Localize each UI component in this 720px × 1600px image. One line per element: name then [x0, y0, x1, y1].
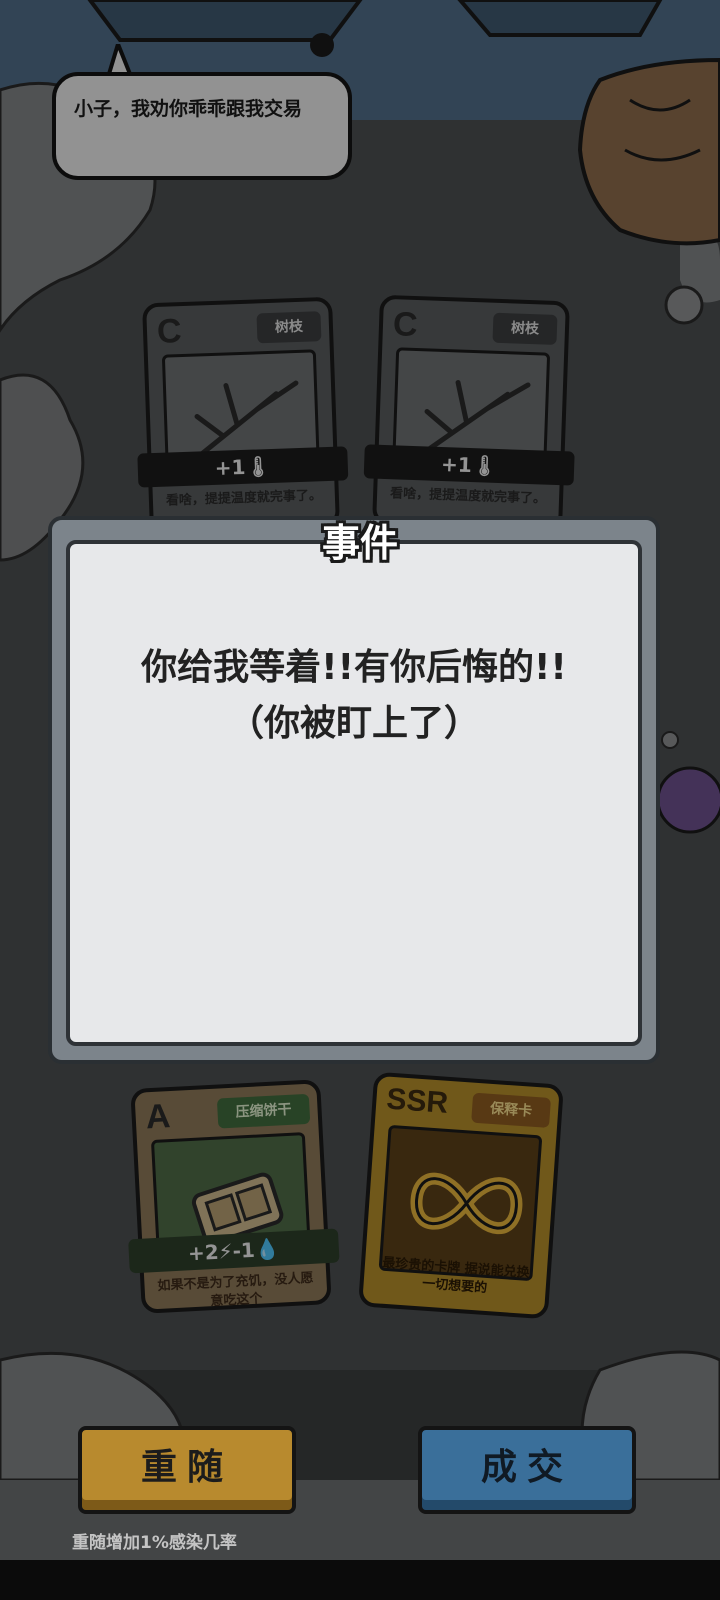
event-message-line-1: 你给我等着!!有你后悔的!! [141, 647, 567, 688]
event-dialog-title: 事件 [321, 521, 398, 565]
event-dialog: 你给我等着!!有你后悔的!! （你被盯上了） [48, 516, 660, 1064]
system-navigation-bar [0, 1560, 720, 1600]
deal-button[interactable]: 成交 [418, 1426, 636, 1514]
event-message-line-2: （你被盯上了） [227, 703, 480, 744]
reroll-hint: 重随增加1%感染几率 [72, 1533, 237, 1553]
event-message: 你给我等着!!有你后悔的!! （你被盯上了） [90, 640, 618, 752]
game-scene: 小子，我劝你乖乖跟我交易 C 树枝 +1🌡 看啥，提提温度就完事了。 C 树枝 … [0, 0, 720, 1600]
event-dialog-panel: 你给我等着!!有你后悔的!! （你被盯上了） [66, 540, 642, 1046]
reroll-button[interactable]: 重随 [78, 1426, 296, 1514]
